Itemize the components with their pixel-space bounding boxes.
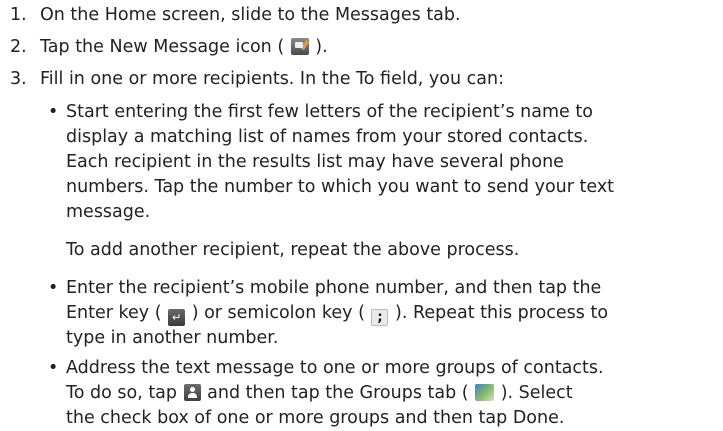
step-number: 1. bbox=[10, 5, 27, 25]
line-text: ) or semicolon key ( bbox=[186, 303, 371, 323]
step-text: Tap the bbox=[40, 37, 110, 57]
line-text: the check box of one or more groups and … bbox=[66, 408, 513, 428]
step-bold-term: To bbox=[356, 69, 375, 89]
step-text: On the Home screen, slide to the Message… bbox=[40, 5, 461, 25]
step-1: 1. On the Home screen, slide to the Messa… bbox=[10, 3, 715, 28]
line-text: To do so, tap bbox=[66, 383, 183, 403]
semicolon-key-icon: ; bbox=[371, 309, 389, 326]
contacts-icon bbox=[183, 384, 201, 401]
paragraph-line: display a matching list of names from yo… bbox=[66, 127, 589, 147]
bullet-marker: • bbox=[48, 358, 59, 378]
line-text: ). Select bbox=[495, 383, 573, 403]
paragraph-line: message. bbox=[66, 202, 151, 222]
step-bold-term: New Message bbox=[109, 37, 230, 57]
step-text: Fill in one or more recipients. In the bbox=[40, 69, 357, 89]
paragraph-line: numbers. Tap the number to which you wan… bbox=[66, 177, 615, 197]
note-line: To add another recipient, repeat the abo… bbox=[66, 240, 520, 260]
bullet-1-note: To add another recipient, repeat the abo… bbox=[66, 238, 715, 263]
paragraph-line: To do so, tap and then tap the Groups ta… bbox=[66, 381, 715, 406]
paragraph-line: type in another number. bbox=[66, 328, 279, 348]
line-text: . bbox=[558, 408, 565, 428]
step-number: 3. bbox=[10, 69, 27, 89]
line-text: Enter key ( bbox=[66, 303, 168, 323]
bullet-1-paragraph: Start entering the first few letters of … bbox=[66, 100, 715, 225]
paragraph-line: Enter key ( ↵ ) or semicolon key ( ; ). … bbox=[66, 301, 715, 326]
bullet-marker: • bbox=[48, 278, 59, 298]
step-text: field, you can: bbox=[374, 69, 504, 89]
bullet-2-paragraph: Enter the recipient’s mobile phone numbe… bbox=[66, 276, 715, 351]
new-message-icon bbox=[290, 38, 309, 55]
groups-tab-icon bbox=[475, 384, 495, 401]
paragraph-line: Address the text message to one or more … bbox=[66, 358, 604, 378]
enter-key-icon: ↵ bbox=[168, 309, 186, 326]
instruction-page: 1. On the Home screen, slide to the Messa… bbox=[0, 0, 723, 430]
step-number: 2. bbox=[10, 37, 27, 57]
line-text: ). Repeat this process to bbox=[389, 303, 609, 323]
paragraph-line: Start entering the first few letters of … bbox=[66, 102, 593, 122]
bullet-marker: • bbox=[48, 102, 59, 122]
paragraph-line: the check box of one or more groups and … bbox=[66, 406, 715, 431]
done-term: Done bbox=[512, 408, 559, 428]
step-2: 2. Tap the New Message icon ( ). bbox=[10, 35, 715, 60]
step-text: ). bbox=[309, 37, 328, 57]
step-text: icon ( bbox=[229, 37, 290, 57]
paragraph-line: Each recipient in the results list may h… bbox=[66, 152, 564, 172]
bullet-3-paragraph: Address the text message to one or more … bbox=[66, 356, 715, 431]
line-text: and then tap the Groups tab ( bbox=[201, 383, 475, 403]
paragraph-line: Enter the recipient’s mobile phone numbe… bbox=[66, 278, 602, 298]
step-3: 3. Fill in one or more recipients. In the… bbox=[10, 67, 715, 92]
